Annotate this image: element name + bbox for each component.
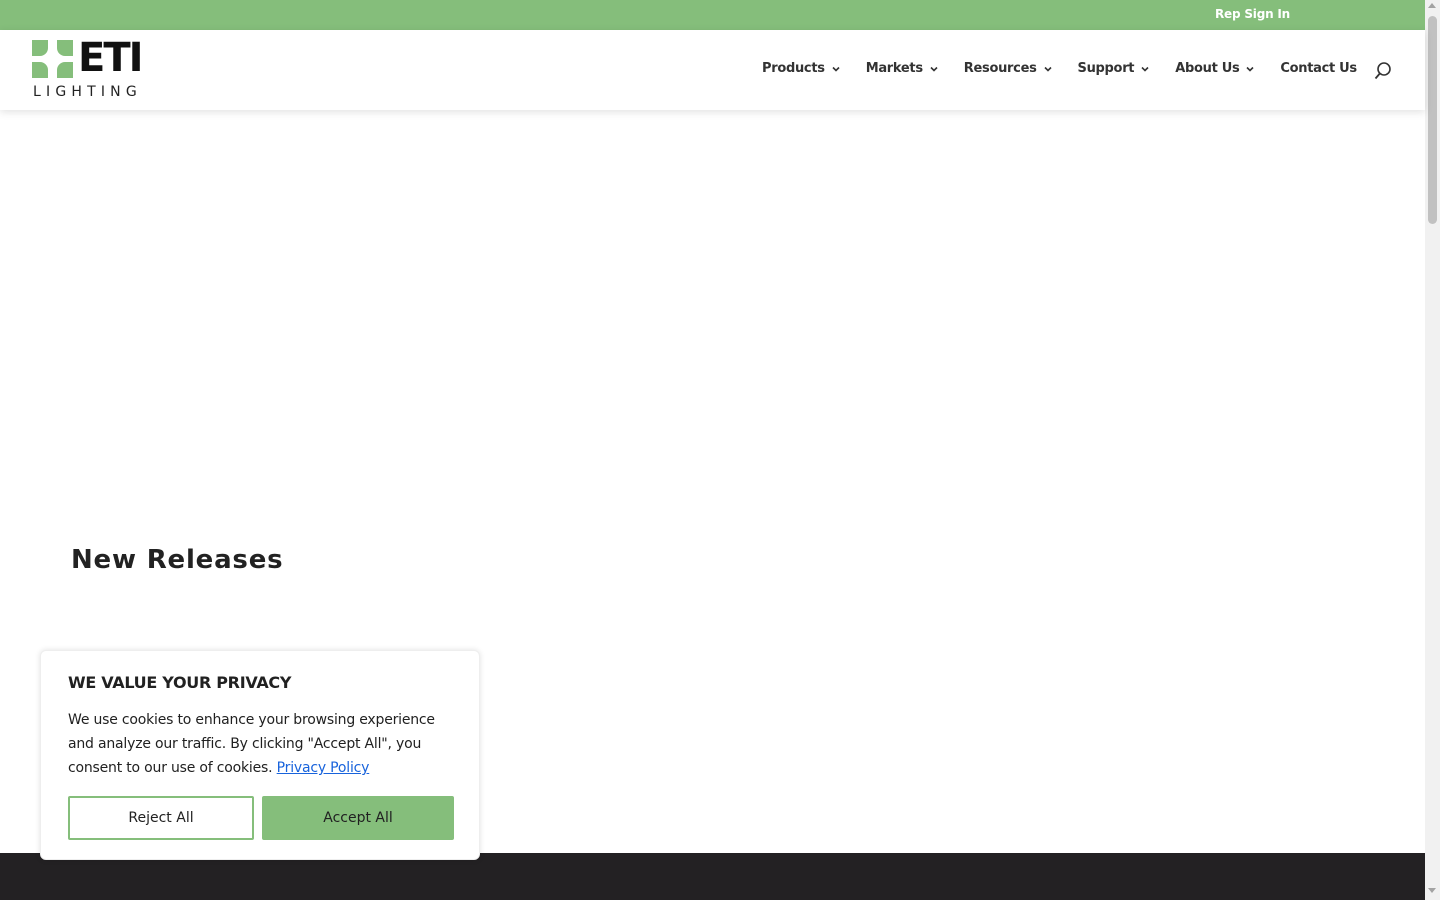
footer xyxy=(0,853,1425,900)
nav-label: Products xyxy=(762,61,825,76)
heading-light: New xyxy=(71,545,137,575)
accept-all-button[interactable]: Accept All xyxy=(262,796,454,840)
reject-all-button[interactable]: Reject All xyxy=(68,796,254,840)
logo-mark-icon xyxy=(32,40,73,78)
scroll-up-arrow-icon[interactable] xyxy=(1428,3,1436,8)
chevron-down-icon xyxy=(1246,66,1254,72)
top-bar: Rep Sign In xyxy=(0,0,1425,30)
nav-item-contact-us[interactable]: Contact Us xyxy=(1280,61,1357,76)
nav-label: Support xyxy=(1077,61,1135,76)
scroll-thumb[interactable] xyxy=(1428,16,1437,224)
page-scrollbar[interactable] xyxy=(1425,0,1440,900)
nav-label: Resources xyxy=(963,61,1037,76)
search-icon[interactable] xyxy=(1374,61,1392,81)
nav-label: Contact Us xyxy=(1280,61,1357,76)
rep-sign-in-link[interactable]: Rep Sign In xyxy=(1215,7,1290,21)
logo-lighting-text: LIGHTING xyxy=(33,84,142,100)
nav-label: Markets xyxy=(865,61,923,76)
eti-lighting-logo[interactable]: ETI LIGHTING xyxy=(32,36,150,102)
site-header: ETI LIGHTING Products Markets Resources … xyxy=(0,30,1425,110)
logo-eti-text: ETI xyxy=(78,35,143,81)
nav-item-about-us[interactable]: About Us xyxy=(1175,61,1254,76)
main-nav: Products Markets Resources Support About… xyxy=(762,61,1357,76)
chevron-down-icon xyxy=(1141,66,1149,72)
cookie-description: We use cookies to enhance your browsing … xyxy=(68,712,435,776)
chevron-down-icon xyxy=(832,66,840,72)
nav-item-support[interactable]: Support xyxy=(1078,61,1150,76)
nav-item-markets[interactable]: Markets xyxy=(866,61,938,76)
chevron-down-icon xyxy=(1043,66,1052,72)
nav-item-resources[interactable]: Resources xyxy=(964,61,1052,76)
new-releases-heading: New Releases xyxy=(71,545,283,575)
scroll-down-arrow-icon[interactable] xyxy=(1428,888,1436,893)
cookie-text: We use cookies to enhance your browsing … xyxy=(68,708,458,780)
cookie-title: WE VALUE YOUR PRIVACY xyxy=(68,673,292,692)
privacy-policy-link[interactable]: Privacy Policy xyxy=(277,760,370,776)
nav-item-products[interactable]: Products xyxy=(762,61,840,76)
chevron-down-icon xyxy=(930,66,938,72)
heading-bold: Releases xyxy=(146,545,284,575)
nav-label: About Us xyxy=(1175,61,1240,76)
cookie-consent-banner: WE VALUE YOUR PRIVACY We use cookies to … xyxy=(40,650,480,860)
